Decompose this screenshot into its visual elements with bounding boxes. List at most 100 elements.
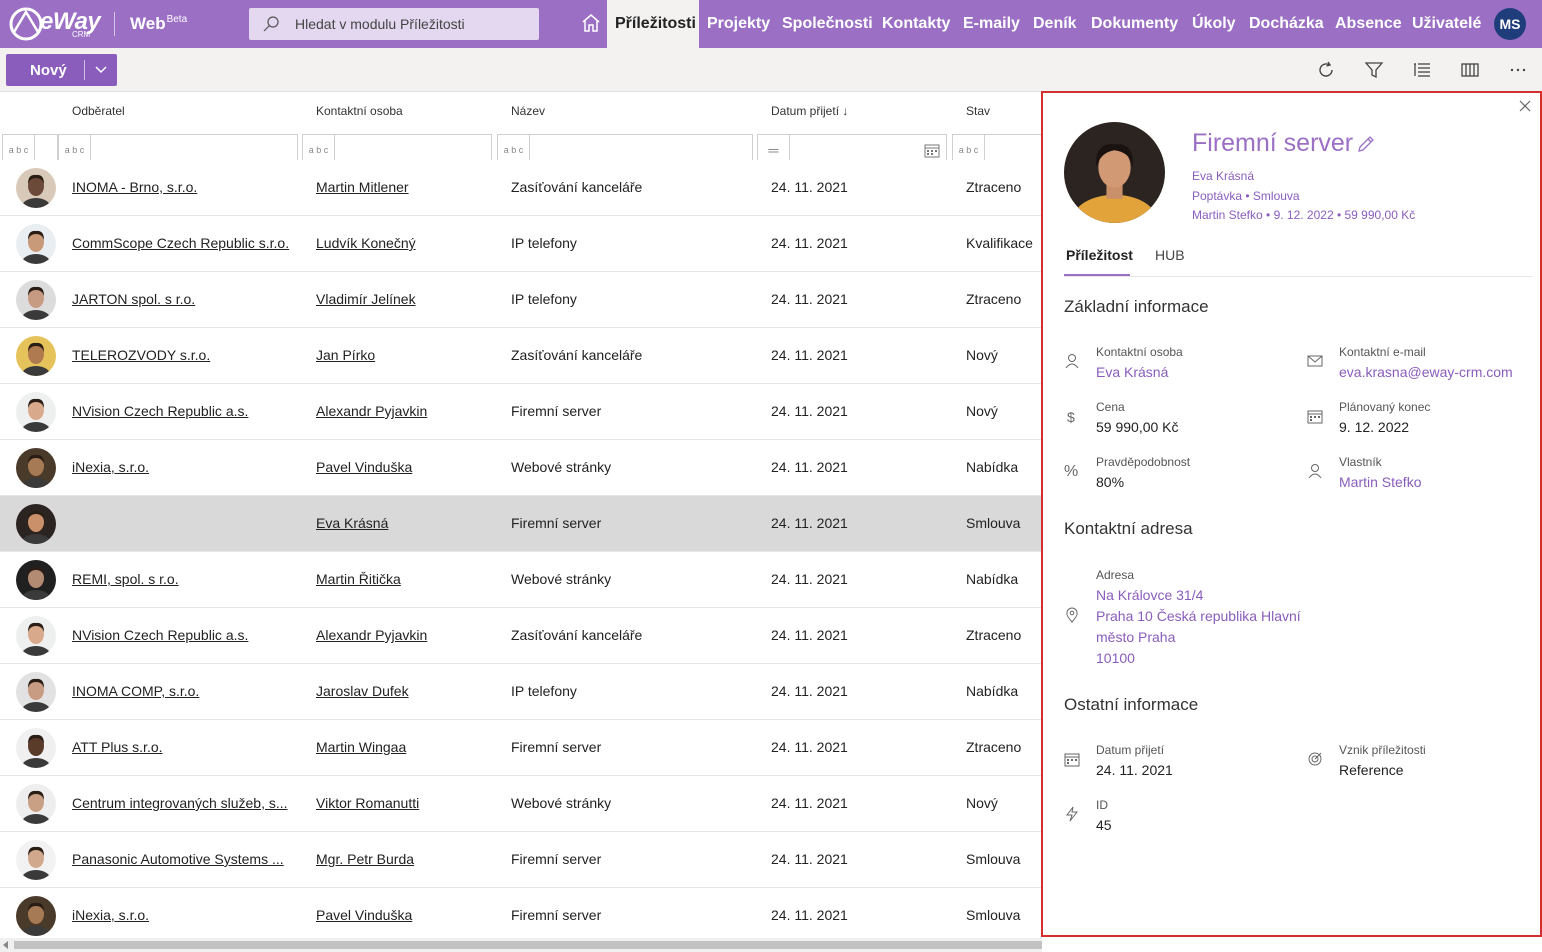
state: Smlouva (966, 515, 1021, 531)
nav-denik[interactable]: Deník (1033, 0, 1077, 48)
customer-link[interactable]: NVision Czech Republic a.s. (72, 627, 248, 643)
avatar (16, 168, 56, 208)
contact-link[interactable]: Martin Wingaa (316, 739, 406, 755)
table-row[interactable]: NVision Czech Republic a.s. Alexandr Pyja… (0, 608, 1042, 664)
nav-emaily[interactable]: E-maily (963, 0, 1020, 48)
new-button-label: Nový (30, 62, 67, 79)
opportunity-name: Firemní server (511, 403, 602, 419)
customer-link[interactable]: iNexia, s.r.o. (72, 459, 149, 475)
received-date: 24. 11. 2021 (771, 907, 848, 923)
table-row[interactable]: ATT Plus s.r.o. Martin Wingaa Firemní serv… (0, 720, 1042, 776)
user-avatar[interactable]: MS (1494, 8, 1526, 40)
field-value-email[interactable]: eva.krasna@eway-crm.com (1339, 364, 1513, 380)
table-row[interactable]: INOMA - Brno, s.r.o. Martin Mitlener Zasíť… (0, 160, 1042, 216)
contact-link[interactable]: Alexandr Pyjavkin (316, 403, 427, 419)
contact-link[interactable]: Pavel Vinduška (316, 459, 412, 475)
search-input[interactable]: Hledat v modulu Příležitosti (249, 8, 539, 40)
nav-absence[interactable]: Absence (1335, 0, 1402, 48)
avatar (16, 784, 56, 824)
meta-stage: Poptávka • Smlouva (1192, 189, 1300, 203)
nav-kontakty[interactable]: Kontakty (882, 0, 950, 48)
nav-dochazka[interactable]: Docházka (1249, 0, 1324, 48)
table-row[interactable]: Eva Krásná Firemní server 24. 11. 2021 Smlo… (0, 496, 1042, 552)
calendar-icon[interactable] (924, 142, 940, 158)
customer-link[interactable]: Panasonic Automotive Systems ... (72, 851, 284, 867)
customer-link[interactable]: iNexia, s.r.o. (72, 907, 149, 923)
customer-link[interactable]: REMI, spol. s r.o. (72, 571, 179, 587)
field-value-end: 9. 12. 2022 (1339, 419, 1410, 435)
nav-prilezitosti[interactable]: Příležitosti (607, 0, 699, 48)
customer-link[interactable]: INOMA COMP, s.r.o. (72, 683, 199, 699)
contact-link[interactable]: Mgr. Petr Burda (316, 851, 414, 867)
received-date: 24. 11. 2021 (771, 235, 848, 251)
contact-link[interactable]: Pavel Vinduška (316, 907, 412, 923)
customer-link[interactable]: NVision Czech Republic a.s. (72, 403, 248, 419)
chevron-down-icon[interactable] (94, 63, 108, 77)
table-row[interactable]: CommScope Czech Republic s.r.o. Ludvík Ko… (0, 216, 1042, 272)
columns-icon[interactable] (1460, 60, 1480, 80)
contact-link[interactable]: Vladimír Jelínek (316, 291, 416, 307)
new-button-divider (84, 60, 85, 80)
scroll-left-icon[interactable] (3, 941, 8, 949)
table-row[interactable]: INOMA COMP, s.r.o. Jaroslav Dufek IP telef… (0, 664, 1042, 720)
table-row[interactable]: Centrum integrovaných služeb, s... Viktor… (0, 776, 1042, 832)
table-row[interactable]: TELEROZVODY s.r.o. Jan Pírko Zasíťování ka… (0, 328, 1042, 384)
contact-link[interactable]: Martin Řitička (316, 571, 401, 587)
table-row[interactable]: iNexia, s.r.o. Pavel Vinduška Firemní serv… (0, 888, 1042, 938)
column-header-contact[interactable]: Kontaktní osoba (316, 104, 403, 118)
nav-dokumenty[interactable]: Dokumenty (1091, 0, 1178, 48)
table-row[interactable]: REMI, spol. s r.o. Martin Řitička Webové s… (0, 552, 1042, 608)
divider (114, 12, 115, 36)
field-label-end: Plánovaný konec (1339, 400, 1431, 414)
contact-link[interactable]: Eva Krásná (316, 515, 388, 531)
scrollbar-thumb[interactable] (14, 941, 1042, 949)
address-line-2[interactable]: Praha 10 Česká republika Hlavní (1096, 608, 1301, 624)
home-icon[interactable] (580, 12, 602, 34)
new-button[interactable]: Nový (6, 54, 117, 86)
customer-link[interactable]: INOMA - Brno, s.r.o. (72, 179, 197, 195)
horizontal-scrollbar[interactable] (0, 938, 1042, 952)
column-header-state[interactable]: Stav (966, 104, 990, 118)
avatar (16, 224, 56, 264)
filter-icon[interactable] (1364, 60, 1384, 80)
contact-link[interactable]: Alexandr Pyjavkin (316, 627, 427, 643)
address-line-1[interactable]: Na Královce 31/4 (1096, 587, 1203, 603)
close-icon[interactable] (1518, 99, 1532, 113)
table-row[interactable]: Panasonic Automotive Systems ... Mgr. Pet… (0, 832, 1042, 888)
customer-link[interactable]: JARTON spol. s r.o. (72, 291, 195, 307)
avatar (16, 448, 56, 488)
tab-prilezitost[interactable]: Příležitost (1066, 247, 1133, 263)
table-row[interactable]: iNexia, s.r.o. Pavel Vinduška Webové strán… (0, 440, 1042, 496)
field-value-owner[interactable]: Martin Stefko (1339, 474, 1421, 490)
search-placeholder: Hledat v modulu Příležitosti (295, 16, 465, 32)
edit-icon[interactable] (1356, 134, 1376, 154)
table-row[interactable]: JARTON spol. s r.o. Vladimír Jelínek IP te… (0, 272, 1042, 328)
more-icon[interactable] (1508, 60, 1528, 80)
list-view-icon[interactable] (1412, 60, 1432, 80)
nav-spolecnosti[interactable]: Společnosti (782, 0, 873, 48)
state: Smlouva (966, 907, 1021, 923)
nav-uzivatele[interactable]: Uživatelé (1412, 0, 1481, 48)
table-row[interactable]: NVision Czech Republic a.s. Alexandr Pyja… (0, 384, 1042, 440)
column-header-customer[interactable]: Odběratel (72, 104, 125, 118)
meta-contact[interactable]: Eva Krásná (1192, 169, 1254, 183)
customer-link[interactable]: TELEROZVODY s.r.o. (72, 347, 210, 363)
contact-link[interactable]: Viktor Romanutti (316, 795, 419, 811)
contact-link[interactable]: Jan Pírko (316, 347, 375, 363)
customer-link[interactable]: CommScope Czech Republic s.r.o. (72, 235, 289, 251)
address-line-4[interactable]: 10100 (1096, 650, 1135, 666)
nav-projekty[interactable]: Projekty (707, 0, 770, 48)
customer-link[interactable]: ATT Plus s.r.o. (72, 739, 163, 755)
contact-link[interactable]: Ludvík Konečný (316, 235, 416, 251)
column-header-name[interactable]: Název (511, 104, 545, 118)
contact-link[interactable]: Jaroslav Dufek (316, 683, 409, 699)
nav-ukoly[interactable]: Úkoly (1192, 0, 1236, 48)
column-header-date[interactable]: Datum přijetí ↓ (771, 104, 848, 118)
customer-link[interactable]: Centrum integrovaných služeb, s... (72, 795, 288, 811)
address-line-3[interactable]: město Praha (1096, 629, 1175, 645)
refresh-icon[interactable] (1316, 60, 1336, 80)
contact-link[interactable]: Martin Mitlener (316, 179, 409, 195)
dollar-icon: $ (1067, 409, 1075, 425)
field-value-contact[interactable]: Eva Krásná (1096, 364, 1168, 380)
tab-hub[interactable]: HUB (1155, 247, 1185, 263)
